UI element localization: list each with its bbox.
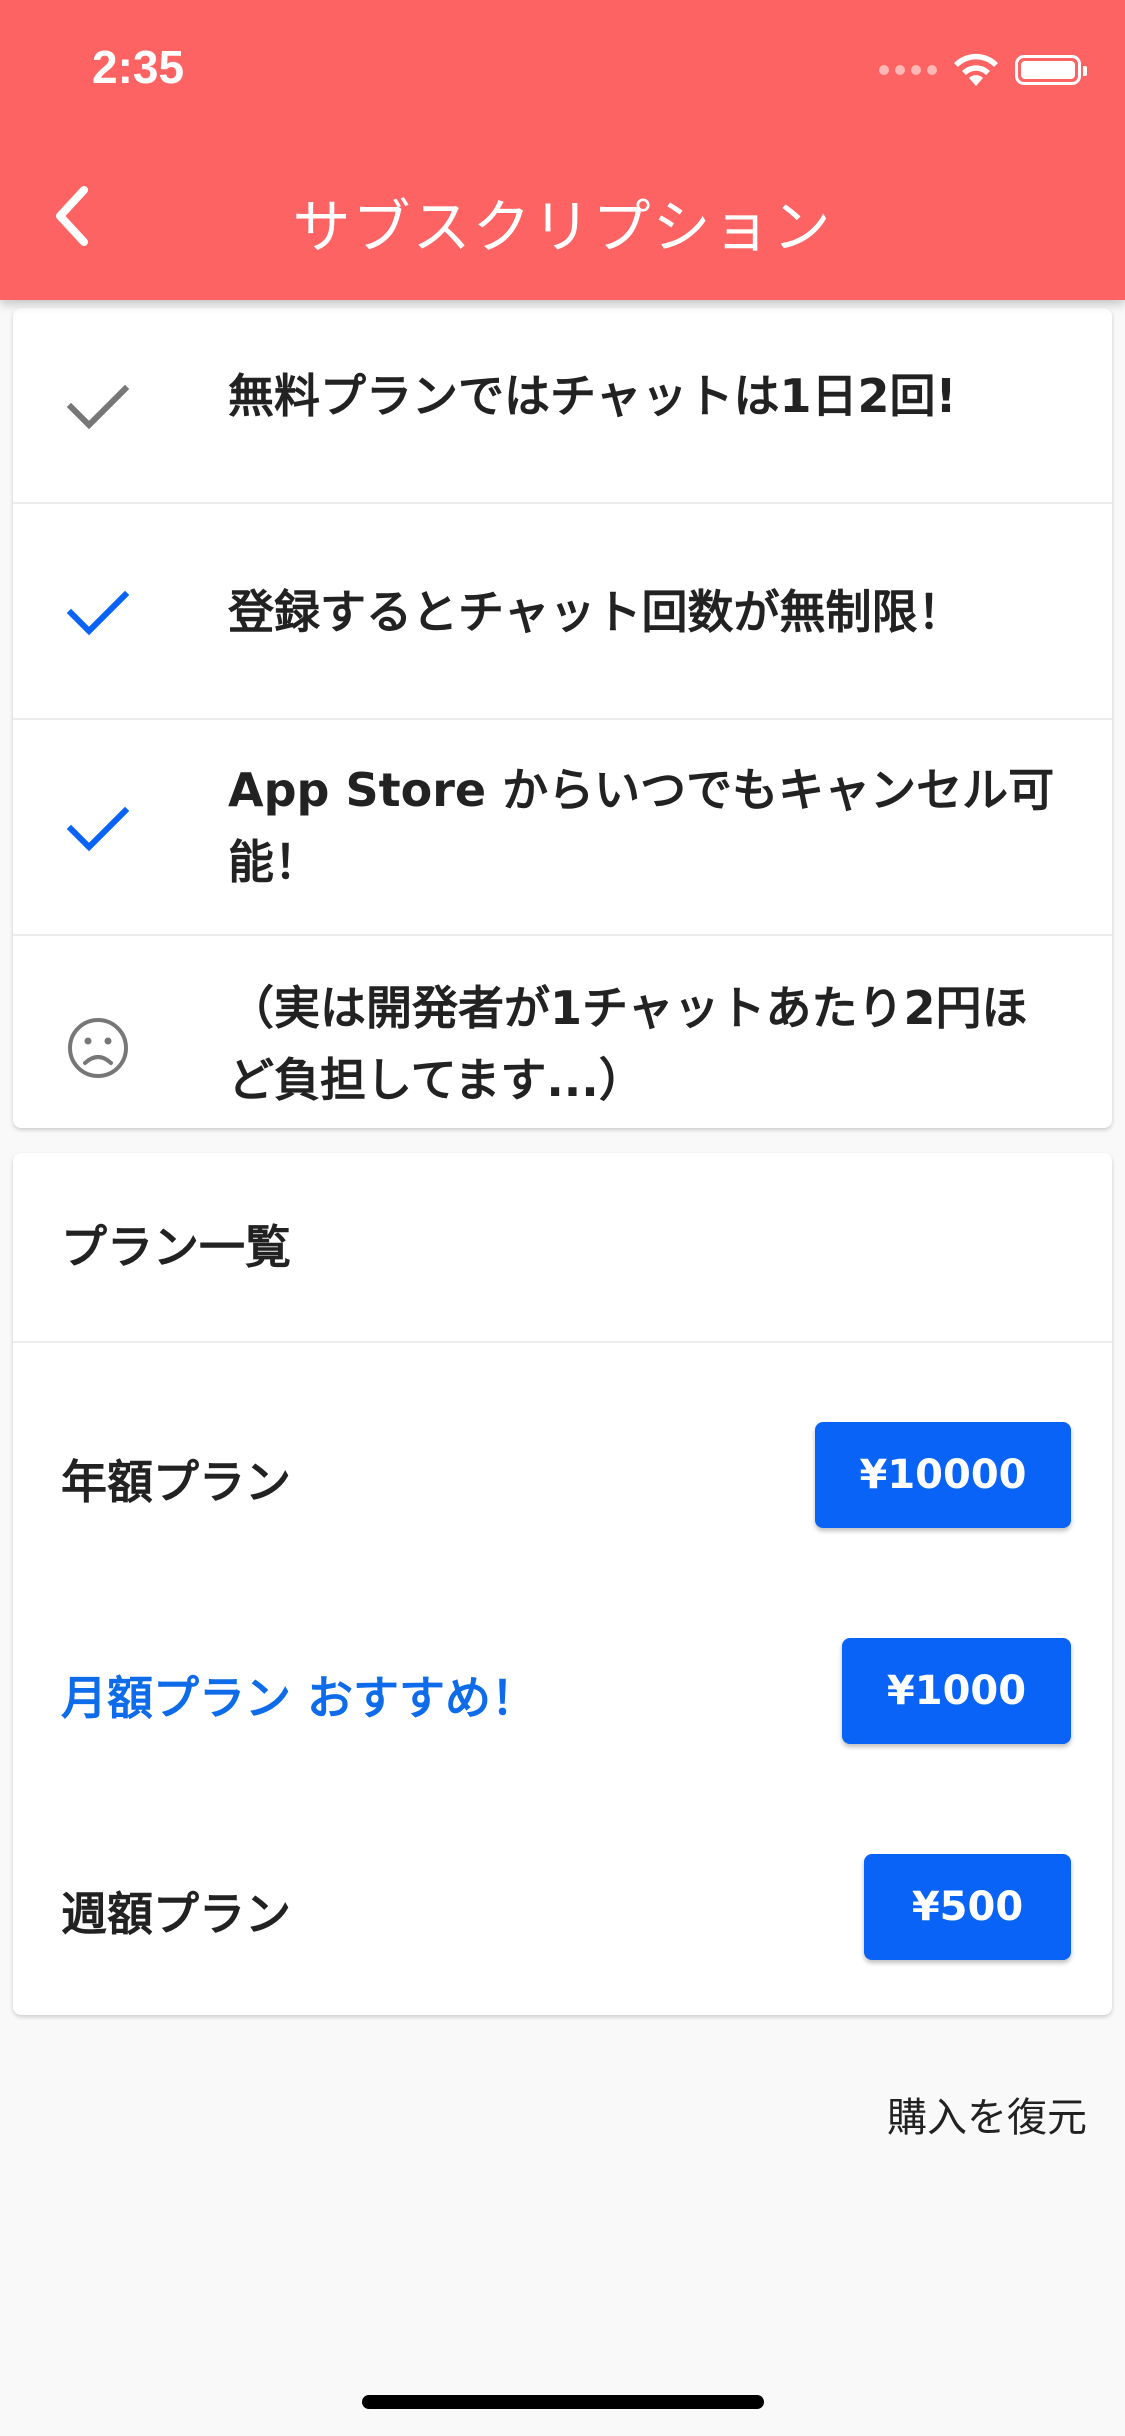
price-button-yearly[interactable]: ¥10000 <box>815 1422 1071 1528</box>
feature-row-free-limit: 無料プランではチャットは1日2回! <box>13 308 1112 504</box>
check-icon <box>66 384 130 430</box>
restore-purchases-button[interactable]: 購入を復元 <box>887 2085 1087 2143</box>
plan-label-recommended: 月額プラン おすすめ！ <box>61 1671 538 1725</box>
status-time: 2:35 <box>92 41 185 93</box>
battery-icon <box>1015 55 1087 85</box>
app-bar: 2:35 サブスクリプション <box>0 0 1125 300</box>
plans-title: プラン一覧 <box>61 1220 291 1274</box>
feature-row-developer-note: （実は開発者が1チャットあたり2円ほど負担してます...） <box>13 936 1112 1128</box>
sad-face-icon <box>68 1018 128 1078</box>
wifi-icon <box>954 53 998 86</box>
plan-label: 週額プラン <box>61 1887 291 1941</box>
check-icon <box>66 590 130 636</box>
price-button-monthly[interactable]: ¥1000 <box>842 1638 1071 1744</box>
check-icon <box>66 806 130 852</box>
feature-text: （実は開発者が1チャットあたり2円ほど負担してます...） <box>228 981 1028 1107</box>
home-indicator[interactable] <box>362 2395 764 2409</box>
page-title: サブスクリプション <box>292 193 833 261</box>
features-card: 無料プランではチャットは1日2回! 登録するとチャット回数が無制限！ App S… <box>13 308 1112 1128</box>
cellular-signal-icon <box>879 65 937 75</box>
price-button-weekly[interactable]: ¥500 <box>864 1854 1071 1960</box>
status-indicators <box>879 52 1087 88</box>
plans-card: プラン一覧 年額プラン ¥10000 月額プラン おすすめ！ ¥1000 週額プ… <box>13 1153 1112 2015</box>
feature-text: 無料プランではチャットは1日2回! <box>228 369 957 423</box>
feature-text: 登録するとチャット回数が無制限！ <box>228 585 964 639</box>
feature-row-unlimited: 登録するとチャット回数が無制限！ <box>13 504 1112 720</box>
plan-row-weekly: 週額プラン ¥500 <box>13 1854 1112 1964</box>
plan-row-yearly: 年額プラン ¥10000 <box>13 1422 1112 1532</box>
feature-row-cancel: App Store からいつでもキャンセル可能！ <box>13 720 1112 936</box>
plans-header: プラン一覧 <box>13 1153 1112 1343</box>
plan-label: 年額プラン <box>61 1455 291 1509</box>
feature-text: App Store からいつでもキャンセル可能！ <box>228 763 1055 889</box>
plan-row-monthly: 月額プラン おすすめ！ ¥1000 <box>13 1638 1112 1748</box>
